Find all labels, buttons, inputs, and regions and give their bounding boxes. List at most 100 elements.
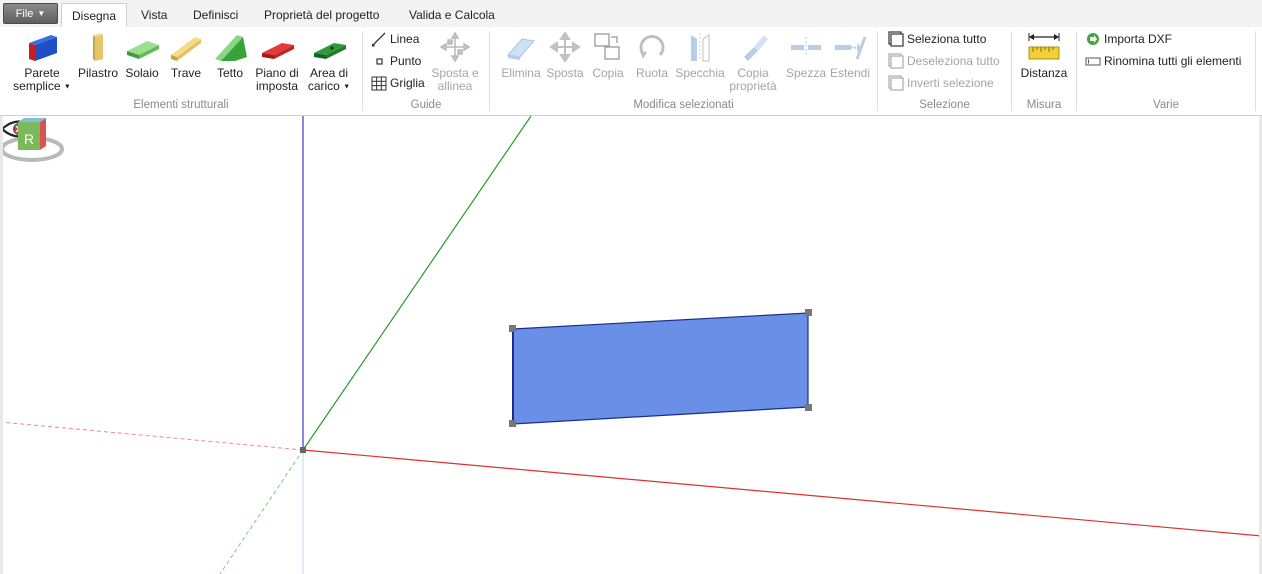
column-button[interactable]: Pilastro xyxy=(77,31,119,80)
deselect-all-button[interactable]: Deseleziona tutto xyxy=(888,53,1000,69)
move-arrows-icon xyxy=(549,31,581,63)
mirror-label: Specchia xyxy=(675,66,725,80)
copy-label: Copia xyxy=(592,66,624,80)
wall-button[interactable]: Parete semplice ▼ xyxy=(12,31,72,93)
delete-button[interactable]: Elimina xyxy=(498,31,544,80)
slab-icon xyxy=(127,41,159,59)
guide-point-button[interactable]: Punto xyxy=(371,53,421,69)
x-axis xyxy=(302,449,1262,537)
guide-grid-label: Griglia xyxy=(390,76,425,90)
wall-vertex-handle[interactable] xyxy=(509,420,516,427)
group-selezione: Seleziona tutto Deseleziona tutto Invert… xyxy=(878,27,1011,115)
navigation-cube-icon[interactable]: R xyxy=(0,116,64,168)
x-axis-negative xyxy=(0,421,304,451)
group-label-selection: Selezione xyxy=(919,99,970,111)
group-label-misc: Varie xyxy=(1153,99,1179,111)
mirror-icon xyxy=(691,33,710,62)
base-plane-label-1: Piano di xyxy=(255,66,299,80)
file-menu-label: File xyxy=(15,7,34,20)
roof-icon xyxy=(215,35,247,61)
guide-grid-button[interactable]: Griglia xyxy=(371,75,425,91)
group-label-measure: Misura xyxy=(1026,99,1062,111)
load-area-button[interactable]: Area di carico ▼ xyxy=(305,31,353,93)
select-all-button[interactable]: Seleziona tutto xyxy=(888,31,986,47)
invert-selection-label: Inverti selezione xyxy=(907,76,994,90)
guide-line-button[interactable]: Linea xyxy=(371,31,419,47)
copy-properties-label-2: proprietà xyxy=(729,79,777,93)
invert-selection-icon xyxy=(888,75,904,91)
3d-viewport[interactable]: R xyxy=(0,116,1262,574)
beam-button[interactable]: Trave xyxy=(166,31,206,80)
ribbon-panel: Parete semplice ▼ Pilastro Solaio Trave … xyxy=(0,27,1262,116)
move-label: Sposta xyxy=(546,66,584,80)
chevron-down-icon: ▼ xyxy=(37,9,46,18)
tab-disegna[interactable]: Disegna xyxy=(61,3,128,28)
beam-icon xyxy=(171,37,201,61)
extend-button[interactable]: Estendi xyxy=(828,31,872,80)
group-label-guide: Guide xyxy=(410,99,442,111)
distance-button[interactable]: Distanza xyxy=(1018,31,1070,80)
group-misura: Distanza Misura xyxy=(1012,27,1076,115)
caret-down-icon: ▼ xyxy=(63,83,71,91)
rotate-icon xyxy=(639,35,665,59)
eraser-icon xyxy=(507,38,535,60)
base-plane-button[interactable]: Piano di imposta xyxy=(253,31,301,93)
slab-label: Solaio xyxy=(125,66,159,80)
group-elementi-strutturali: Parete semplice ▼ Pilastro Solaio Trave … xyxy=(0,27,362,115)
split-label: Spezza xyxy=(785,66,827,80)
wall-label-1: Parete xyxy=(24,66,60,80)
tab-proprieta-progetto[interactable]: Proprietà del progetto xyxy=(254,3,389,27)
copy-icon xyxy=(594,33,620,60)
guide-point-label: Punto xyxy=(390,54,422,68)
move-align-label-1: Sposta e xyxy=(431,66,479,80)
column-label: Pilastro xyxy=(77,66,118,80)
tab-vista[interactable]: Vista xyxy=(131,3,177,27)
group-label-structural: Elementi strutturali xyxy=(133,99,229,111)
load-area-label-1: Area di xyxy=(309,66,349,80)
copy-properties-button[interactable]: Copia proprietà xyxy=(728,31,778,93)
wall-element[interactable] xyxy=(512,312,809,425)
roof-button[interactable]: Tetto xyxy=(210,31,250,80)
move-button[interactable]: Sposta xyxy=(544,31,586,80)
copy-properties-label-1: Copia xyxy=(737,66,769,80)
wall-vertex-handle[interactable] xyxy=(805,309,812,316)
delete-label: Elimina xyxy=(501,66,541,80)
origin-point[interactable] xyxy=(300,447,306,453)
app-window: File ▼ Disegna Vista Definisci Proprietà … xyxy=(0,0,1262,574)
nav-cube-label: R xyxy=(24,131,34,147)
beam-label: Trave xyxy=(170,66,202,80)
load-area-label-2: carico xyxy=(307,79,340,93)
tab-definisci[interactable]: Definisci xyxy=(183,3,248,27)
import-dxf-button[interactable]: Importa DXF xyxy=(1085,31,1172,47)
caret-down-icon: ▼ xyxy=(343,83,351,91)
mirror-button[interactable]: Specchia xyxy=(675,31,725,80)
invert-selection-button[interactable]: Inverti selezione xyxy=(888,75,994,91)
rotate-label: Ruota xyxy=(635,66,669,80)
split-button[interactable]: Spezza xyxy=(784,31,828,80)
move-align-button[interactable]: Sposta e allinea xyxy=(429,31,481,93)
deselect-all-icon xyxy=(888,53,904,69)
file-menu-button[interactable]: File ▼ xyxy=(3,3,58,24)
base-plane-label-2: imposta xyxy=(255,79,299,93)
copy-button[interactable]: Copia xyxy=(588,31,628,80)
tab-valida-calcola[interactable]: Valida e Calcola xyxy=(399,3,505,27)
guide-line-label: Linea xyxy=(390,32,420,46)
group-modifica-selezionati: Elimina Sposta Copia Ruota Specchia Copi… xyxy=(490,27,877,115)
viewport-canvas[interactable] xyxy=(0,116,1262,574)
y-axis-negative xyxy=(219,449,304,574)
select-all-label: Seleziona tutto xyxy=(907,32,987,46)
slab-button[interactable]: Solaio xyxy=(122,31,162,80)
move-align-icon xyxy=(439,31,471,63)
rotate-button[interactable]: Ruota xyxy=(632,31,672,80)
wall-vertex-handle[interactable] xyxy=(805,404,812,411)
wall-vertex-handle[interactable] xyxy=(509,325,516,332)
rename-all-button[interactable]: Rinomina tutti gli elementi xyxy=(1085,53,1241,69)
ruler-icon xyxy=(1028,33,1060,60)
group-label-modify: Modifica selezionati xyxy=(633,99,734,111)
select-all-icon xyxy=(888,31,904,47)
column-icon xyxy=(93,33,103,61)
import-dxf-label: Importa DXF xyxy=(1104,32,1173,46)
extend-icon xyxy=(835,36,867,60)
point-icon xyxy=(376,58,383,65)
import-icon xyxy=(1087,33,1099,45)
